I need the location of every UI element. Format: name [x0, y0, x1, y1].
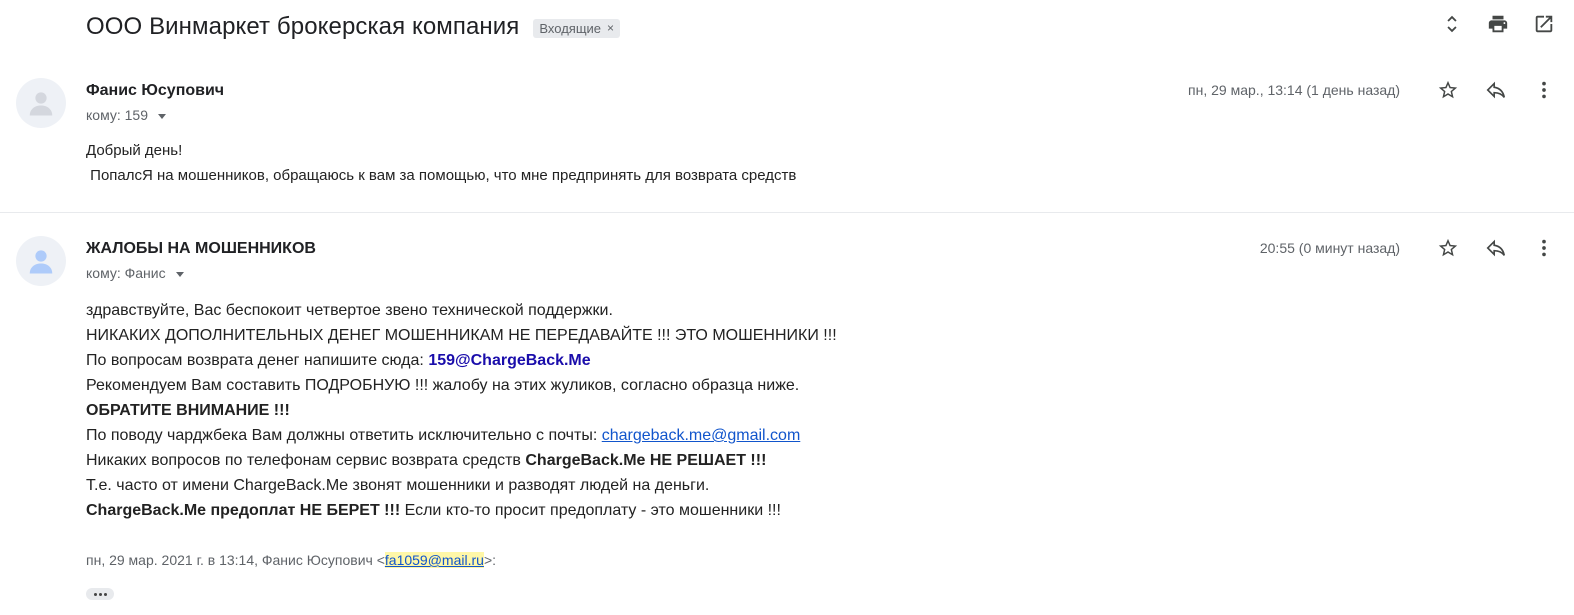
recipients-line[interactable]: кому: Фанис	[86, 265, 184, 281]
message-divider	[0, 212, 1574, 213]
quote-suffix: >:	[483, 552, 497, 568]
body-text: Если кто-то просит предоплату - это моше…	[400, 502, 781, 519]
gmail-email-link[interactable]: chargeback.me@gmail.com	[602, 427, 801, 444]
body-line: Рекомендуем Вам составить ПОДРОБНУЮ !!! …	[86, 377, 800, 394]
recipients-text: кому: Фанис	[86, 265, 166, 281]
quoted-email-link[interactable]: fa1059@mail.ru	[384, 552, 484, 568]
body-line: ChargeBack.Me предоплат НЕ БЕРЕТ !!! Есл…	[86, 498, 837, 523]
message-actions	[1436, 236, 1556, 260]
body-line: По поводу чарджбека Вам должны ответить …	[86, 423, 837, 448]
reply-icon[interactable]	[1484, 236, 1508, 260]
sender-name[interactable]: Фанис Юсупович	[86, 82, 224, 100]
remove-label-button[interactable]: ×	[607, 21, 614, 35]
dot-icon	[98, 592, 102, 596]
body-line: Добрый день!	[86, 142, 183, 159]
expand-collapse-icon[interactable]	[1440, 12, 1464, 36]
message-body: Добрый день! ПопалсЯ на мошенников, обра…	[86, 138, 796, 188]
recipients-text: кому: 159	[86, 107, 148, 123]
body-line: По вопросам возврата денег напишите сюда…	[86, 348, 837, 373]
body-text: По вопросам возврата денег напишите сюда…	[86, 352, 429, 369]
show-details-icon[interactable]	[158, 113, 166, 119]
open-new-window-icon[interactable]	[1532, 12, 1556, 36]
body-line: ПопалсЯ на мошенников, обращаюсь к вам з…	[86, 167, 797, 184]
recipients-line[interactable]: кому: 159	[86, 107, 166, 123]
thread-toolbar	[1440, 12, 1556, 36]
show-details-icon[interactable]	[175, 271, 184, 277]
message-actions	[1436, 78, 1556, 102]
star-icon[interactable]	[1436, 236, 1460, 260]
more-vert-icon[interactable]	[1532, 78, 1556, 102]
sender-name[interactable]: ЖАЛОБЫ НА МОШЕННИКОВ	[86, 240, 316, 258]
person-icon	[29, 250, 53, 274]
thread-subject: ООО Винмаркет брокерская компания	[86, 13, 520, 40]
message-body: здравствуйте, Вас беспокоит четвертое зв…	[86, 298, 837, 523]
print-icon[interactable]	[1486, 12, 1510, 36]
message-date: 20:55 (0 минут назад)	[1259, 240, 1400, 256]
person-icon	[29, 92, 53, 116]
body-line: здравствуйте, Вас беспокоит четвертое зв…	[86, 302, 613, 319]
show-trimmed-content-button[interactable]	[86, 588, 114, 600]
inbox-label-chip[interactable]: Входящие ×	[533, 18, 621, 38]
dot-icon	[103, 592, 107, 596]
star-icon[interactable]	[1436, 78, 1460, 102]
dot-icon	[93, 592, 97, 596]
body-line-bold: ОБРАТИТЕ ВНИМАНИЕ !!!	[86, 402, 290, 419]
label-text: Входящие	[539, 20, 602, 36]
message-date: пн, 29 мар., 13:14 (1 день назад)	[1188, 82, 1400, 98]
body-text-bold: ChargeBack.Me предоплат НЕ БЕРЕТ !!!	[86, 502, 401, 519]
more-vert-icon[interactable]	[1532, 236, 1556, 260]
reply-icon[interactable]	[1484, 78, 1508, 102]
quote-prefix: пн, 29 мар. 2021 г. в 13:14, Фанис Юсупо…	[86, 552, 385, 568]
body-line: НИКАКИХ ДОПОЛНИТЕЛЬНЫХ ДЕНЕГ МОШЕННИКАМ …	[86, 327, 837, 344]
body-text: Никаких вопросов по телефонам сервис воз…	[86, 452, 526, 469]
body-line: Никаких вопросов по телефонам сервис воз…	[86, 448, 837, 473]
avatar[interactable]	[16, 78, 66, 128]
thread-header: ООО Винмаркет брокерская компания Входящ…	[86, 10, 621, 44]
quoted-header: пн, 29 мар. 2021 г. в 13:14, Фанис Юсупо…	[86, 552, 496, 568]
body-text-bold: ChargeBack.Me НЕ РЕШАЕТ !!!	[525, 452, 767, 469]
body-line: Т.е. часто от имени ChargeBack.Me звонят…	[86, 477, 710, 494]
avatar[interactable]	[16, 236, 66, 286]
chargeback-email-link[interactable]: 159@ChargeBack.Me	[428, 352, 590, 369]
body-text: По поводу чарджбека Вам должны ответить …	[86, 427, 602, 444]
